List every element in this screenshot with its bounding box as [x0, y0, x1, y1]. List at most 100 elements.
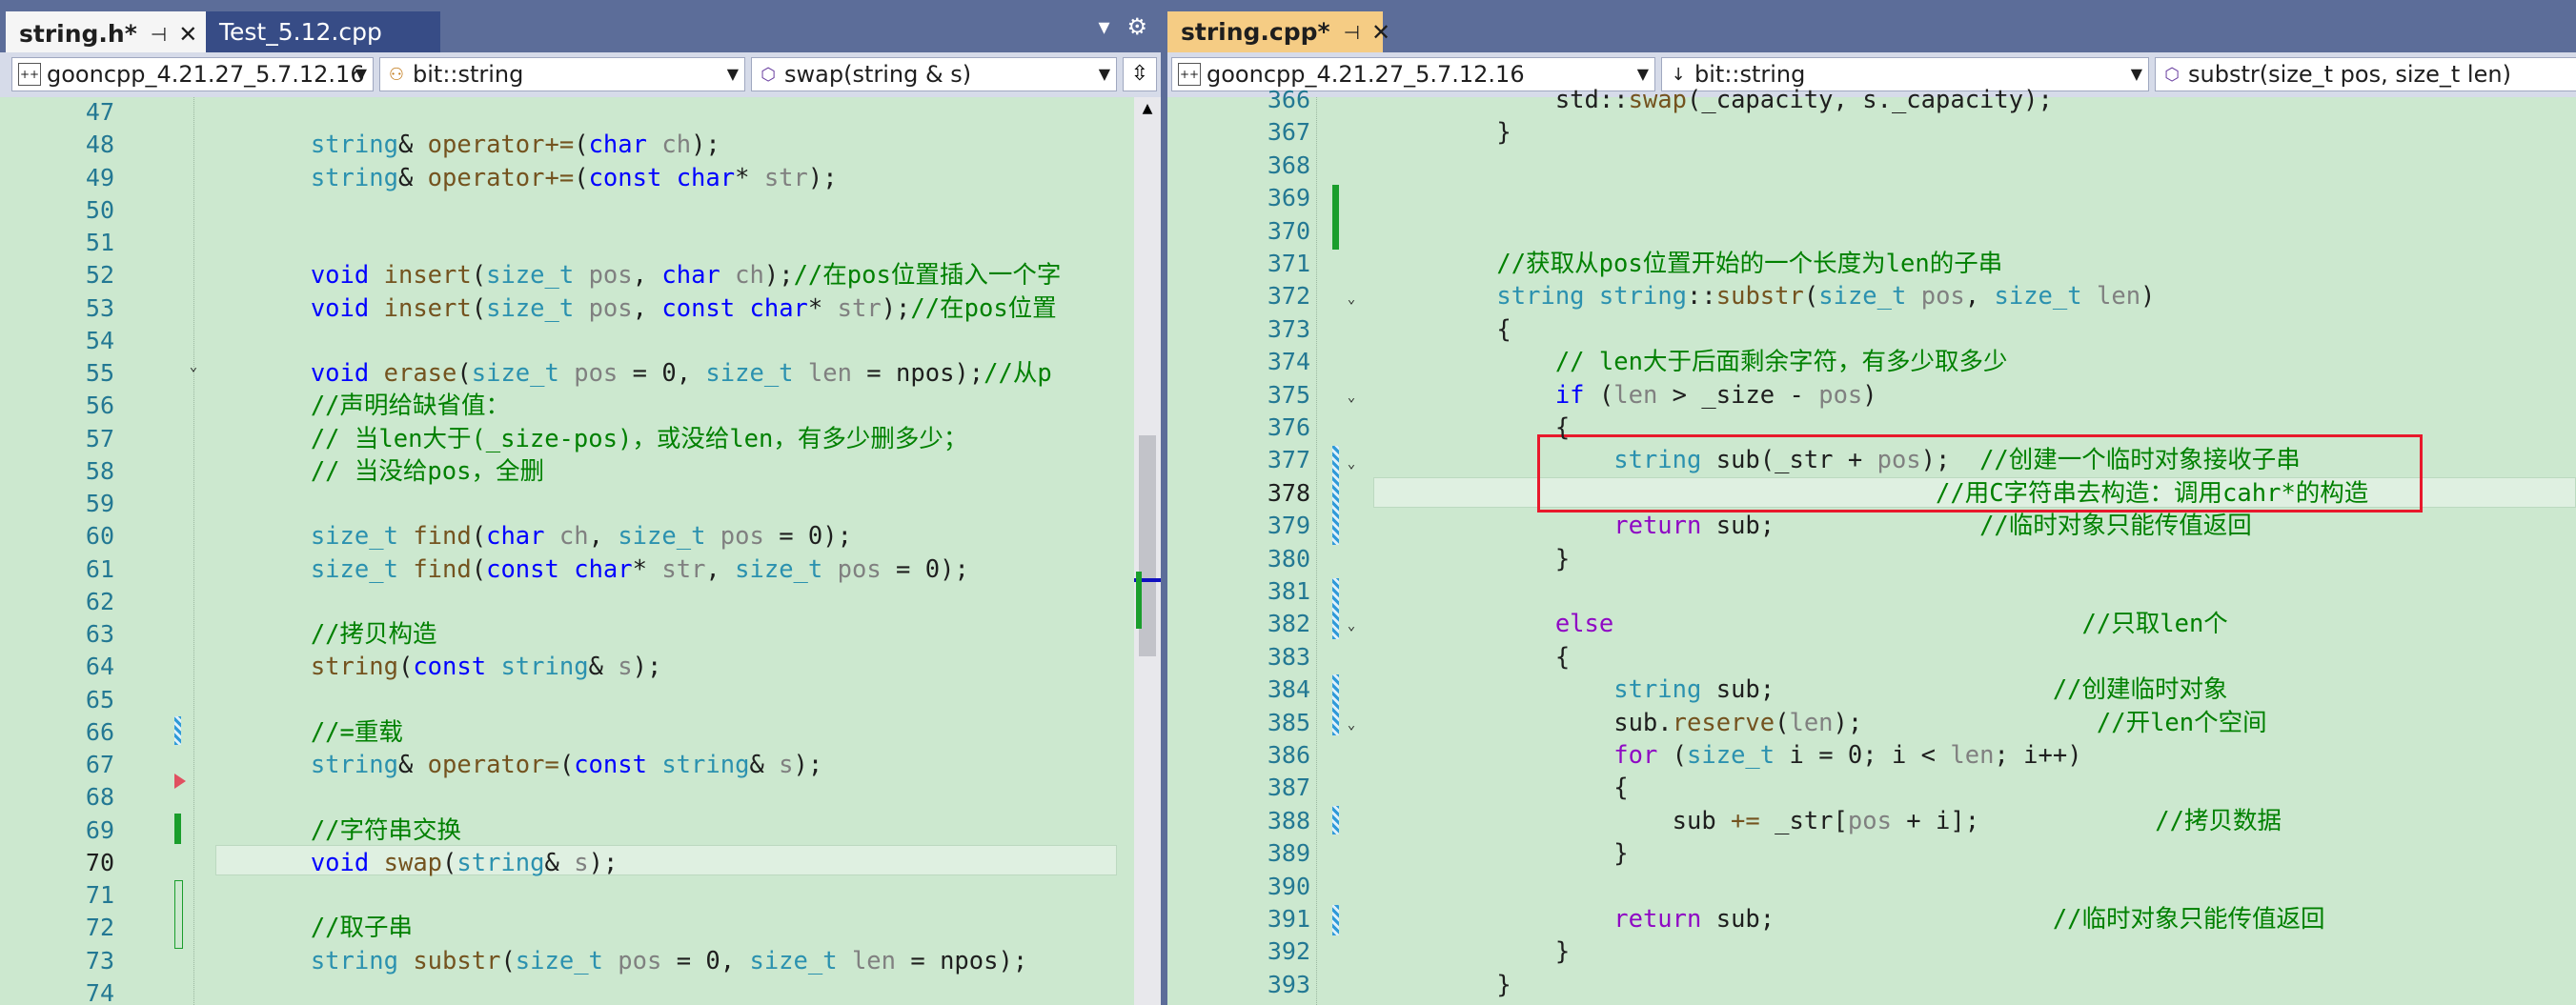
- right-code-editor[interactable]: 366 std::swap(_capacity, s._capacity); 36…: [1167, 86, 2576, 1005]
- code-line[interactable]: 383 {: [1167, 641, 2576, 674]
- code-line[interactable]: 61 size_t find(const char* str, size_t p…: [0, 553, 1161, 587]
- code-line[interactable]: 57 // 当len大于(_size-pos)，或没给len，有多少删多少；: [0, 423, 1161, 456]
- code-line[interactable]: 62: [0, 586, 1161, 619]
- tab-test-cpp[interactable]: Test_5.12.cpp: [206, 11, 440, 52]
- method-icon: ⬡: [761, 64, 776, 85]
- code-line[interactable]: 58 // 当没给pos，全删: [0, 455, 1161, 489]
- code-token: //拷贝构造: [310, 620, 437, 649]
- code-line[interactable]: 385 sub.reserve(len); //开len个空间: [1167, 707, 2576, 740]
- code-line[interactable]: 393 }: [1167, 969, 2576, 1002]
- project-dropdown[interactable]: ++ gooncpp_4.21.27_5.7.12.16 ▼: [11, 57, 374, 91]
- code-line[interactable]: 50: [0, 194, 1161, 228]
- code-line[interactable]: 377 string sub(_str + pos); //创建一个临时对象接收…: [1167, 444, 2576, 477]
- code-token: );: [793, 751, 823, 779]
- pane-divider[interactable]: [1161, 0, 1167, 1005]
- code-line[interactable]: 370: [1167, 215, 2576, 249]
- code-line[interactable]: 64 string(const string& s);: [0, 651, 1161, 684]
- code-line[interactable]: 381: [1167, 575, 2576, 609]
- pin-icon[interactable]: ⊣: [1344, 21, 1360, 44]
- code-text: //获取从pos位置开始的一个长度为len的子串: [1438, 248, 2002, 281]
- member-dropdown[interactable]: ⬡ swap(string & s) ▼: [751, 57, 1117, 91]
- left-editor-pane: string.h* ⊣ ✕ Test_5.12.cpp ▾ ⚙ ++ goonc…: [0, 0, 1161, 1005]
- code-line[interactable]: 55 void erase(size_t pos = 0, size_t len…: [0, 357, 1161, 391]
- code-line[interactable]: 378 //用C字符串去构造：调用cahr*的构造: [1167, 477, 2576, 511]
- code-token: ,: [632, 261, 662, 291]
- left-code-editor[interactable]: ▲ 47 48 string& operator+=(char ch); 49 st…: [0, 97, 1161, 1005]
- fold-toggle-icon[interactable]: ⌄: [1345, 718, 1358, 732]
- tab-string-cpp[interactable]: string.cpp* ⊣ ✕: [1167, 11, 1390, 52]
- code-line[interactable]: 63 //拷贝构造: [0, 618, 1161, 652]
- code-line[interactable]: 375 if (len > _size - pos): [1167, 379, 2576, 412]
- code-line[interactable]: 56 //声明给缺省值：: [0, 390, 1161, 423]
- code-token: _str[: [1759, 806, 1848, 835]
- tab-label: string.h*: [19, 20, 137, 48]
- code-line[interactable]: 65: [0, 684, 1161, 717]
- code-text: return sub; //临时对象只能传值返回: [1438, 903, 2324, 936]
- code-line[interactable]: 70 void swap(string& s);: [0, 847, 1161, 880]
- code-line[interactable]: 384 string sub; //创建临时对象: [1167, 673, 2576, 707]
- code-token: len: [2096, 282, 2141, 312]
- code-line[interactable]: 382 else //只取len个: [1167, 608, 2576, 641]
- line-number: 389: [1267, 839, 1310, 868]
- close-icon[interactable]: ✕: [178, 21, 197, 48]
- code-line[interactable]: 387 {: [1167, 772, 2576, 805]
- tab-list-dropdown-icon[interactable]: ▾: [1098, 13, 1109, 40]
- close-icon[interactable]: ✕: [1371, 19, 1390, 46]
- code-line[interactable]: 389 }: [1167, 837, 2576, 871]
- gear-icon[interactable]: ⚙: [1126, 13, 1147, 40]
- breakpoint-arrow-icon[interactable]: [174, 774, 186, 789]
- code-line[interactable]: 380 }: [1167, 543, 2576, 576]
- fold-toggle-icon[interactable]: ⌄: [1345, 292, 1358, 306]
- code-line[interactable]: 73 string substr(size_t pos = 0, size_t …: [0, 945, 1161, 978]
- code-line[interactable]: 371 //获取从pos位置开始的一个长度为len的子串: [1167, 248, 2576, 281]
- fold-toggle-icon[interactable]: ⌄: [1345, 391, 1358, 404]
- code-line[interactable]: 60 size_t find(char ch, size_t pos = 0);: [0, 520, 1161, 553]
- code-line[interactable]: 392 }: [1167, 935, 2576, 969]
- code-token: return: [1613, 905, 1702, 934]
- scope-dropdown[interactable]: ⚇ bit::string ▼: [379, 57, 745, 91]
- code-line[interactable]: 369: [1167, 182, 2576, 215]
- line-number: 74: [85, 978, 114, 1005]
- code-line[interactable]: 368: [1167, 150, 2576, 183]
- code-line[interactable]: 54: [0, 325, 1161, 358]
- line-number: 65: [85, 685, 114, 714]
- code-line[interactable]: 390: [1167, 871, 2576, 904]
- code-line[interactable]: 379 return sub; //临时对象只能传值返回: [1167, 510, 2576, 543]
- code-line[interactable]: 53 void insert(size_t pos, const char* s…: [0, 292, 1161, 326]
- code-token: {: [1438, 314, 1511, 344]
- code-line[interactable]: 48 string& operator+=(char ch);: [0, 129, 1161, 162]
- code-line[interactable]: 388 sub += _str[pos + i]; //拷贝数据: [1167, 805, 2576, 838]
- code-text: // 当len大于(_size-pos)，或没给len，有多少删多少；: [193, 423, 968, 456]
- fold-toggle-icon[interactable]: ⌄: [1345, 457, 1358, 471]
- code-line[interactable]: 374 // len大于后面剩余字符，有多少取多少: [1167, 346, 2576, 379]
- code-line[interactable]: 47: [0, 96, 1161, 130]
- code-token: &: [749, 751, 780, 779]
- code-token: {: [1438, 413, 1571, 442]
- code-line[interactable]: 391 return sub; //临时对象只能传值返回: [1167, 903, 2576, 936]
- tab-string-h[interactable]: string.h* ⊣ ✕: [6, 11, 206, 52]
- code-token: //创建临时对象: [2052, 675, 2228, 705]
- code-line[interactable]: 367 }: [1167, 116, 2576, 150]
- code-line[interactable]: 74: [0, 977, 1161, 1005]
- code-line[interactable]: 59: [0, 488, 1161, 521]
- code-token: len: [851, 946, 897, 975]
- code-line[interactable]: 376 {: [1167, 412, 2576, 445]
- pin-icon[interactable]: ⊣: [151, 23, 167, 46]
- code-token: = 0,: [618, 359, 706, 388]
- fold-toggle-icon[interactable]: ⌄: [187, 360, 200, 373]
- code-line[interactable]: 372 string string::substr(size_t pos, si…: [1167, 280, 2576, 313]
- code-line[interactable]: 49 string& operator+=(const char* str);: [0, 162, 1161, 195]
- code-line[interactable]: 386 for (size_t i = 0; i < len; i++): [1167, 739, 2576, 773]
- code-line[interactable]: 52 void insert(size_t pos, char ch);//在p…: [0, 259, 1161, 292]
- split-editor-icon[interactable]: ⇳: [1123, 57, 1157, 91]
- code-line[interactable]: 366 std::swap(_capacity, s._capacity);: [1167, 84, 2576, 117]
- code-token: const: [588, 163, 662, 192]
- code-line[interactable]: 51: [0, 227, 1161, 260]
- line-number: 390: [1267, 872, 1310, 900]
- fold-toggle-icon[interactable]: ⌄: [1345, 619, 1358, 633]
- code-token: (: [397, 653, 414, 682]
- code-line[interactable]: 373 {: [1167, 313, 2576, 347]
- code-token: &: [397, 131, 428, 160]
